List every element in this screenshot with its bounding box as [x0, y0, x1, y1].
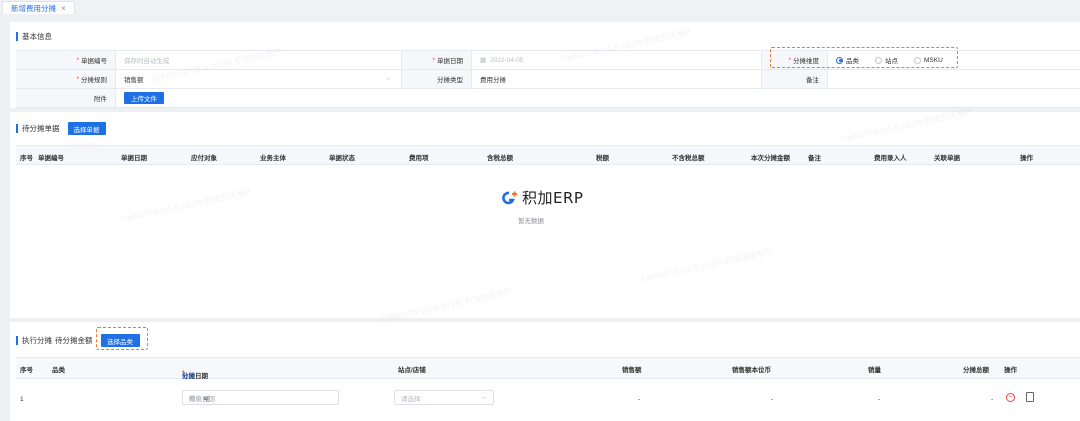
col-header: 费用项 [409, 155, 429, 162]
document-icon[interactable] [1026, 392, 1034, 402]
doc-date-field[interactable]: ▦ 2022-04-05 [472, 51, 762, 69]
close-icon[interactable]: × [61, 4, 66, 13]
pending-amount-label: 待分摊金额 [55, 336, 93, 345]
section-title-basic: 基本信息 [16, 31, 52, 42]
remark-input[interactable] [828, 70, 1080, 88]
tab-new-expense-allocation[interactable]: 新增费用分摊 × [2, 1, 75, 14]
table-row: 1 ▦ 开始日期 至 结束日期 请选择 ⌵ - - - - − [16, 379, 1080, 421]
remark-label: 备注 [762, 70, 828, 88]
attachment-label: 附件 [16, 89, 116, 107]
empty-text: 暂无数据 [518, 218, 544, 225]
tab-label: 新增费用分摊 [11, 3, 56, 13]
highlight-box [770, 47, 958, 68]
col-header: 税额 [596, 155, 609, 162]
upload-file-button[interactable]: 上传文件 [124, 92, 164, 104]
sales-base-value: - [771, 396, 774, 403]
chevron-down-icon: ⌵ [481, 393, 486, 401]
logo-icon [502, 191, 517, 204]
basic-info-card: 基本信息 * 单据编号 保存时自动生成 * 单据日期 ▦ 2022-04-05 * 分… [10, 22, 1080, 108]
col-header: 单据编号 [38, 155, 64, 162]
col-header: 序号 [20, 155, 33, 162]
rule-select[interactable]: 销售额 ⌵ [116, 70, 402, 88]
type-label: 分摊类型 [402, 70, 472, 88]
remove-icon[interactable]: − [1006, 393, 1015, 402]
col-header: 备注 [808, 155, 821, 162]
col-header: 关联单据 [934, 155, 960, 162]
pending-docs-card: 待分摊单据 选择单据 序号 单据编号 单据日期 应付对象 业务主体 单据状态 费… [10, 112, 1080, 318]
type-value: 费用分摊 [472, 70, 762, 88]
col-header: 单据日期 [121, 155, 147, 162]
date-range-picker[interactable]: ▦ 开始日期 至 结束日期 [182, 390, 339, 405]
execute-table-header: 序号 品类 * 分摊日期 批量 站点/店铺 销售额 销售额本位币 销量 分摊总额 … [16, 357, 1080, 380]
qty-value: - [878, 396, 881, 403]
calendar-icon: ▦ [480, 57, 487, 64]
row-index: 1 [20, 396, 24, 403]
col-header: 操作 [1020, 155, 1033, 162]
doc-date-label: * 单据日期 [402, 51, 472, 69]
sales-value: - [638, 396, 641, 403]
section-title-pending: 待分摊单据 选择单据 [16, 122, 106, 135]
col-header: 应付对象 [191, 155, 217, 162]
select-doc-button[interactable]: 选择单据 [67, 122, 106, 135]
col-header: 本次分摊金额 [751, 155, 790, 162]
col-header: 单据状态 [329, 155, 355, 162]
execute-card: 执行分摊 待分摊金额 选择品类 序号 品类 * 分摊日期 批量 站点/店铺 销售额… [10, 322, 1080, 421]
rule-label: * 分摊规则 [16, 70, 116, 88]
col-header: 含税总额 [487, 155, 513, 162]
attachment-field: 上传文件 [116, 89, 1080, 107]
col-header: 不含税总额 [672, 155, 705, 162]
pending-table-header: 序号 单据编号 单据日期 应付对象 业务主体 单据状态 费用项 含税总额 税额 … [16, 145, 1080, 165]
site-select[interactable]: 请选择 ⌵ [394, 390, 494, 405]
tab-bar: 新增费用分摊 × [0, 0, 1080, 14]
chevron-down-icon: ⌵ [386, 75, 391, 82]
erp-logo: 积加ERP [500, 187, 583, 208]
col-header: 费用录入人 [874, 155, 907, 162]
col-header: 业务主体 [260, 155, 286, 162]
total-value: - [991, 396, 994, 403]
doc-no-label: * 单据编号 [16, 51, 116, 69]
doc-no-field[interactable]: 保存时自动生成 [116, 51, 402, 69]
highlight-box [96, 327, 148, 350]
